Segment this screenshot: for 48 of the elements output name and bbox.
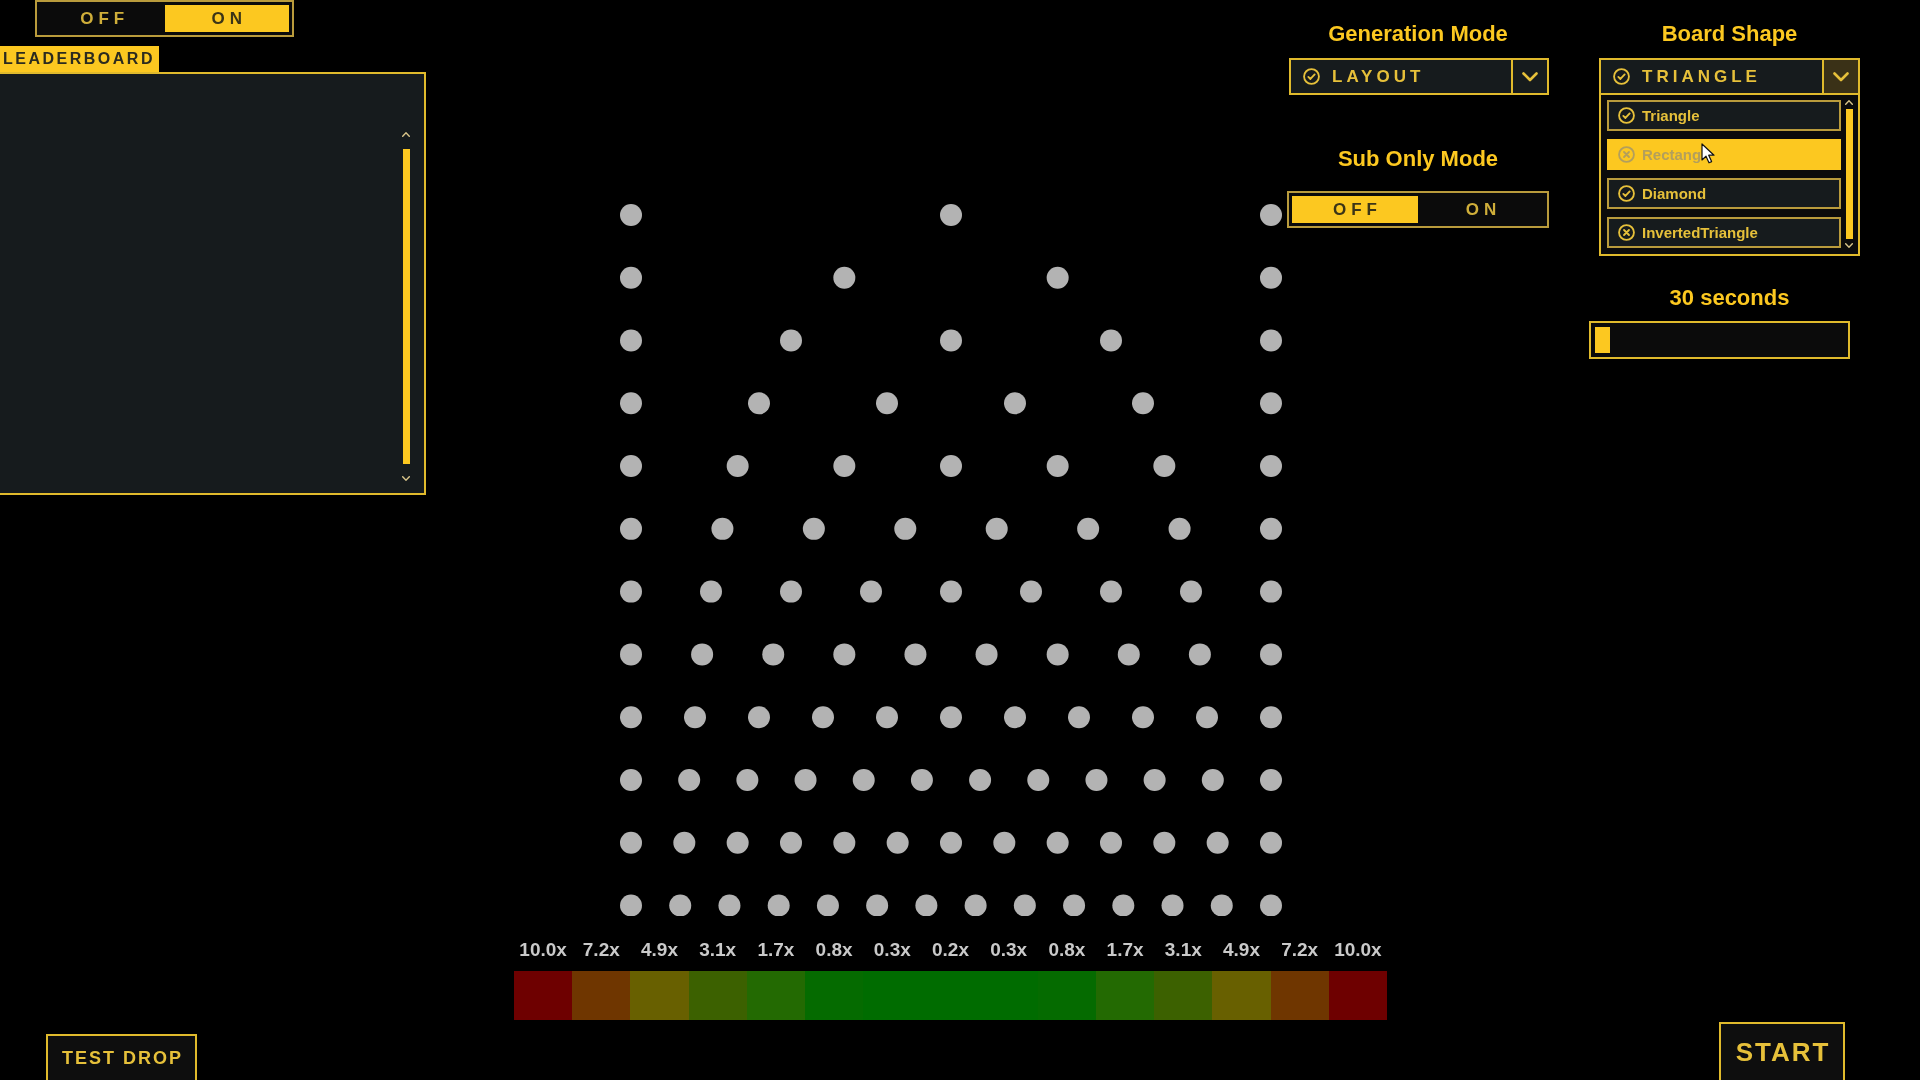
mouse-cursor-icon <box>1701 143 1715 164</box>
multiplier-label: 3.1x <box>699 938 737 962</box>
dropdown-value: TRIANGLE <box>1642 66 1762 87</box>
chevron-down-icon[interactable] <box>402 476 410 481</box>
section-title: Sub Only Mode <box>1336 145 1500 173</box>
multiplier-label: 7.2x <box>1281 938 1319 962</box>
scrollbar-thumb[interactable] <box>402 149 410 464</box>
scrollbar-thumb[interactable] <box>1845 109 1853 239</box>
dropdown-option[interactable]: Diamond <box>1607 178 1841 209</box>
chevron-down-icon <box>1833 71 1849 82</box>
chevron-up-icon[interactable] <box>402 132 410 137</box>
multiplier-label: 0.8x <box>1048 938 1086 962</box>
check-circle-icon <box>1303 68 1320 85</box>
dropdown-toggle-button[interactable] <box>1822 60 1858 93</box>
leaderboard-tab[interactable]: LEADERBOARD <box>0 46 159 72</box>
slider-track[interactable] <box>1589 321 1850 359</box>
toggle-option[interactable]: OFF <box>1292 196 1418 223</box>
multiplier-label: 7.2x <box>582 938 620 962</box>
section-title: Board Shape <box>1660 20 1799 48</box>
dropdown-field[interactable]: LAYOUT <box>1289 58 1549 95</box>
dropdown-value: LAYOUT <box>1332 66 1426 87</box>
toggle-option[interactable]: ON <box>1418 196 1544 223</box>
toggle-switch[interactable]: OFF ON <box>35 0 294 37</box>
section-title: Generation Mode <box>1327 20 1509 48</box>
multiplier-label: 4.9x <box>1223 938 1260 962</box>
multiplier-label: 0.8x <box>815 938 853 962</box>
multiplier-label: 10.0x <box>1334 938 1382 962</box>
multiplier-label: 10.0x <box>519 938 567 962</box>
toggle-option[interactable]: ON <box>164 5 289 32</box>
toggle-option[interactable]: OFF <box>40 5 165 32</box>
multiplier-label: 0.2x <box>932 938 969 962</box>
chevron-up-icon[interactable] <box>1845 100 1853 105</box>
dropdown-option[interactable]: InvertedTriangle <box>1607 217 1841 248</box>
timer-label: 30 seconds <box>1668 284 1791 312</box>
dropdown-option[interactable]: Triangle <box>1607 100 1841 131</box>
toggle-switch[interactable]: OFF ON <box>1287 191 1549 228</box>
chevron-down-icon[interactable] <box>1845 243 1853 248</box>
chevron-down-icon <box>1522 71 1538 82</box>
multiplier-label: 0.3x <box>990 938 1028 962</box>
multiplier-label: 1.7x <box>1106 938 1144 962</box>
multiplier-label: 0.3x <box>873 938 911 962</box>
test-drop-button[interactable]: TEST DROP <box>46 1034 197 1080</box>
multiplier-label: 3.1x <box>1164 938 1202 962</box>
multiplier-label: 4.9x <box>641 938 678 962</box>
dropdown-field[interactable]: TRIANGLE <box>1599 58 1860 95</box>
check-circle-icon <box>1613 68 1630 85</box>
multiplier-label: 1.7x <box>757 938 795 962</box>
start-button[interactable]: START <box>1719 1022 1845 1080</box>
